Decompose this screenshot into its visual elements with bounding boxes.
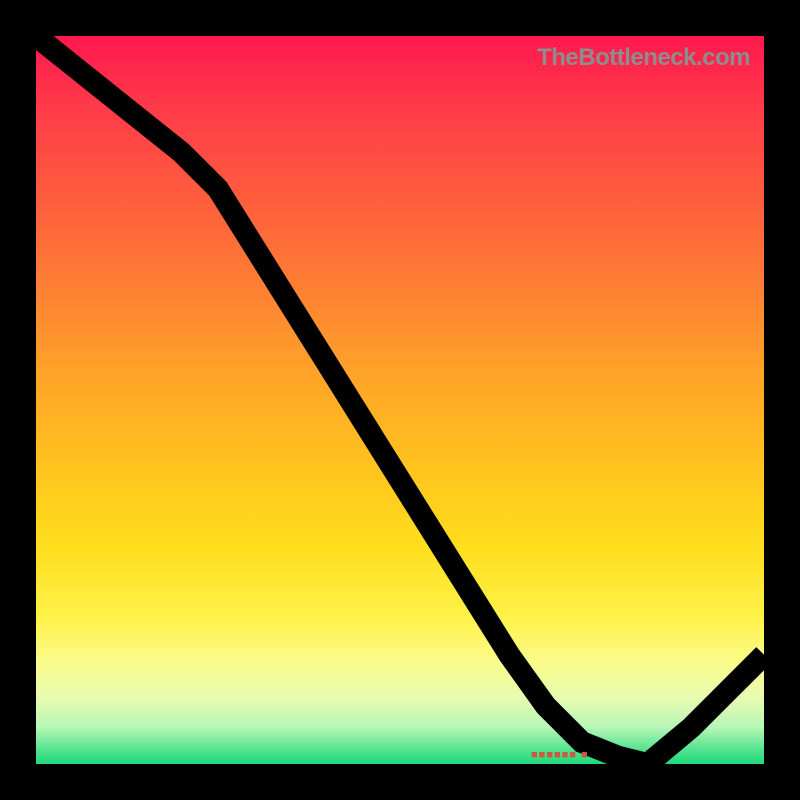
plot-area: TheBottleneck.com ■■■■■■ ■ [36, 36, 764, 764]
chart-frame: TheBottleneck.com ■■■■■■ ■ [0, 0, 800, 800]
obscured-x-tick-label: ■■■■■■ ■ [531, 749, 651, 763]
bottleneck-curve [36, 36, 764, 764]
